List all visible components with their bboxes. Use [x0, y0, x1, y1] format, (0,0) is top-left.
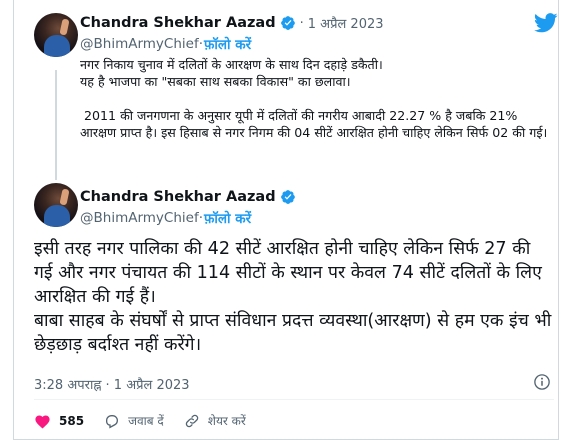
- avatar[interactable]: [34, 183, 78, 227]
- twitter-bird-icon[interactable]: [534, 13, 558, 33]
- tweet1-subheader: @BhimArmyChief · फ़ॉलो करें: [80, 35, 251, 53]
- heart-icon: [35, 414, 50, 429]
- follow-button[interactable]: फ़ॉलो करें: [204, 209, 251, 227]
- link-icon: [185, 414, 199, 427]
- author-name[interactable]: Chandra Shekhar Aazad: [80, 15, 276, 31]
- tweet-thread-card: Chandra Shekhar Aazad · 1 अप्रैल 2023 @B…: [13, 0, 559, 440]
- author-name[interactable]: Chandra Shekhar Aazad: [80, 189, 276, 205]
- separator-dot: ·: [198, 210, 203, 226]
- author-handle[interactable]: @BhimArmyChief: [80, 210, 199, 226]
- thread-connector-line: [55, 70, 57, 180]
- verified-badge-icon: [280, 190, 295, 204]
- follow-button[interactable]: फ़ॉलो करें: [204, 35, 251, 53]
- tweet2-text: इसी तरह नगर पालिका की 42 सीटें आरक्षित ह…: [34, 239, 552, 355]
- reply-button[interactable]: जवाब दें: [104, 412, 164, 429]
- share-label: शेयर करें: [207, 414, 246, 428]
- share-button[interactable]: शेयर करें: [184, 412, 246, 429]
- verified-badge-icon: [280, 16, 295, 30]
- reply-icon: [106, 414, 119, 428]
- tweet1-text: नगर निकाय चुनाव में दलितों के आरक्षण के …: [80, 57, 548, 140]
- tweet-date[interactable]: 1 अप्रैल 2023: [308, 14, 384, 32]
- action-bar: 585 जवाब दें शेयर करें: [34, 412, 266, 429]
- tweet2-subheader: @BhimArmyChief · फ़ॉलो करें: [80, 209, 251, 227]
- author-handle[interactable]: @BhimArmyChief: [80, 36, 199, 52]
- tweet2-header: Chandra Shekhar Aazad: [80, 189, 296, 205]
- separator-dot: ·: [198, 36, 203, 52]
- avatar[interactable]: [34, 13, 78, 57]
- tweet1-header: Chandra Shekhar Aazad · 1 अप्रैल 2023: [80, 14, 384, 32]
- like-count: 585: [59, 413, 85, 428]
- separator-dot: ·: [299, 15, 304, 31]
- reply-label: जवाब दें: [128, 414, 164, 428]
- info-icon[interactable]: [533, 373, 551, 391]
- like-button[interactable]: 585: [34, 413, 84, 429]
- divider: [34, 399, 554, 400]
- tweet-timestamp[interactable]: 3:28 अपराह्न · 1 अप्रैल 2023: [34, 375, 190, 393]
